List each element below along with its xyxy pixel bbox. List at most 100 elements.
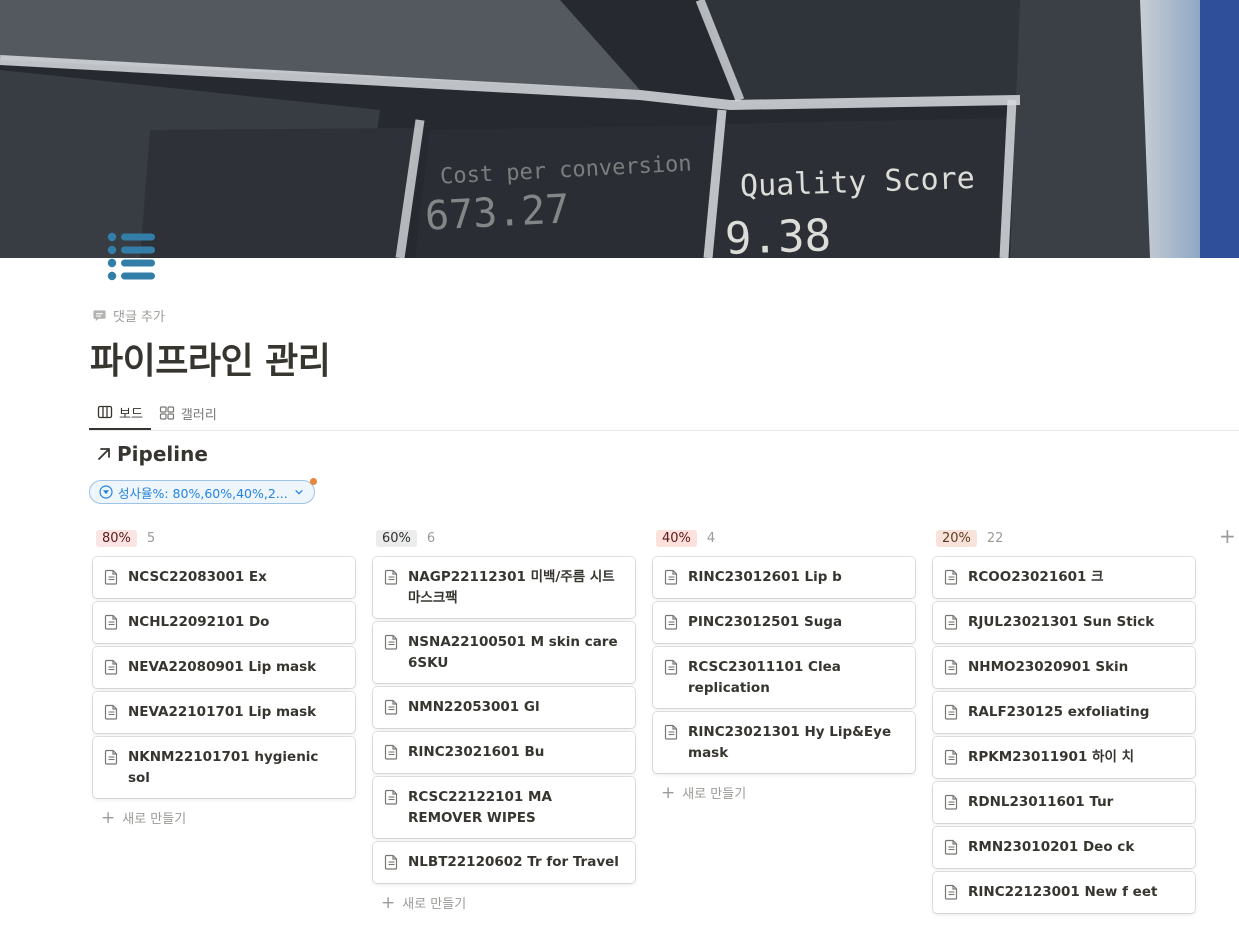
board-card[interactable]: NEVA22080901 Lip mask: [93, 647, 355, 688]
card-title: RINC23021601 Bu: [408, 744, 545, 760]
cover-text-cost-value: 673.27: [423, 186, 571, 240]
card-title: RDNL23011601 Tur: [968, 794, 1114, 810]
board-card[interactable]: PINC23012501 Suga: [653, 602, 915, 643]
page-icon: [104, 704, 118, 720]
new-card-button[interactable]: + 새로 만들기: [653, 777, 915, 808]
list-icon[interactable]: [104, 228, 158, 282]
page-icon: [944, 749, 958, 765]
add-comment-button[interactable]: 댓글 추가: [92, 306, 165, 325]
page-icon: [944, 839, 958, 855]
board-card[interactable]: NLBT22120602 Tr for Travel: [373, 842, 635, 883]
card-title: NSNA22100501 M skin care 6SKU: [408, 634, 618, 671]
card-title: RALF230125 exfoliating: [968, 704, 1150, 720]
database-title[interactable]: Pipeline: [95, 442, 208, 466]
cover-image: [0, 0, 1239, 258]
card-title: RINC23012601 Lip b: [688, 569, 842, 585]
column-header[interactable]: 40% 4: [653, 526, 915, 550]
page-icon: [104, 569, 118, 585]
page-icon: [944, 614, 958, 630]
page-icon: [104, 659, 118, 675]
page-icon: [664, 614, 678, 630]
page-cover[interactable]: Cost per conversion 673.27 Quality Score…: [0, 0, 1239, 258]
column-label: 80%: [96, 529, 137, 547]
view-tabs: 보드 갤러리: [89, 396, 1239, 431]
page-title[interactable]: 파이프라인 관리: [90, 332, 331, 384]
card-title: RMN23010201 Deo ck: [968, 839, 1135, 855]
card-title: NEVA22080901 Lip mask: [128, 659, 317, 675]
filter-chip[interactable]: 성사율%: 80%,60%,40%,2...: [89, 478, 317, 504]
board-card[interactable]: NCHL22092101 Do: [93, 602, 355, 643]
card-title: RCOO23021601 크: [968, 569, 1104, 585]
page-icon: [384, 634, 398, 650]
page-icon: [664, 569, 678, 585]
column-header[interactable]: 20% 22: [933, 526, 1195, 550]
page-icon: [104, 614, 118, 630]
plus-icon: +: [381, 892, 396, 913]
page-icon: [944, 659, 958, 675]
board-card[interactable]: RCSC22122101 MA REMOVER WIPES: [373, 777, 635, 838]
new-card-button[interactable]: + 새로 만들기: [93, 802, 355, 833]
page-icon: [104, 749, 118, 765]
page-icon: [944, 884, 958, 900]
column-label: 20%: [936, 529, 977, 547]
add-comment-label: 댓글 추가: [113, 310, 165, 325]
board-card[interactable]: RALF230125 exfoliating: [933, 692, 1195, 733]
board-card[interactable]: RPKM23011901 하이 치: [933, 737, 1195, 778]
column-label: 40%: [656, 529, 697, 547]
database-title-text: Pipeline: [117, 442, 208, 466]
board-card[interactable]: NSNA22100501 M skin care 6SKU: [373, 622, 635, 683]
card-title: NKNM22101701 hygienic sol: [128, 749, 319, 786]
column-count: 4: [706, 530, 716, 546]
board-card[interactable]: RCSC23011101 Clea replication: [653, 647, 915, 708]
card-title: NMN22053001 Gl: [408, 699, 540, 715]
board-column: 80% 5 NCSC22083001 Ex NCHL22092101 Do NEVA22…: [93, 526, 355, 918]
column-header[interactable]: 60% 6: [373, 526, 635, 550]
page-icon: [384, 569, 398, 585]
board-card[interactable]: RINC23012601 Lip b: [653, 557, 915, 598]
new-card-label: 새로 만들기: [682, 787, 747, 802]
board-card[interactable]: NCSC22083001 Ex: [93, 557, 355, 598]
page-icon: [384, 854, 398, 870]
board-card[interactable]: RINC23021301 Hy Lip&Eye mask: [653, 712, 915, 773]
comment-icon: [93, 310, 106, 322]
card-title: RINC23021301 Hy Lip&Eye mask: [688, 724, 892, 761]
add-group-button[interactable]: +: [1219, 524, 1236, 548]
filter-active-dot: [309, 478, 317, 485]
card-title: NCHL22092101 Do: [128, 614, 270, 630]
cover-text-quality-value: 9.38: [724, 210, 832, 258]
tab-board[interactable]: 보드: [89, 396, 151, 430]
page-icon: [944, 794, 958, 810]
board-card[interactable]: RMN23010201 Deo ck: [933, 827, 1195, 868]
board-column: 20% 22 RCOO23021601 크 RJUL23021301 Sun Stic…: [933, 526, 1195, 918]
board-card[interactable]: NMN22053001 Gl: [373, 687, 635, 728]
page-icon: [664, 659, 678, 675]
board-card[interactable]: NEVA22101701 Lip mask: [93, 692, 355, 733]
filter-label: 성사율%: 80%,60%,40%,2...: [118, 485, 288, 501]
board-card[interactable]: RINC22123001 New f eet: [933, 872, 1195, 913]
board-card[interactable]: RJUL23021301 Sun Stick: [933, 602, 1195, 643]
plus-icon: +: [661, 782, 676, 803]
page-icon: [384, 699, 398, 715]
column-count: 6: [426, 530, 436, 546]
filter-icon: [99, 485, 113, 499]
card-title: RJUL23021301 Sun Stick: [968, 614, 1155, 630]
board-card[interactable]: NAGP22112301 미백/주름 시트마스크팩: [373, 557, 635, 618]
board-card[interactable]: RDNL23011601 Tur: [933, 782, 1195, 823]
board-card[interactable]: RCOO23021601 크: [933, 557, 1195, 598]
new-card-button[interactable]: + 새로 만들기: [373, 887, 635, 918]
board-card[interactable]: RINC23021601 Bu: [373, 732, 635, 773]
board-card[interactable]: NKNM22101701 hygienic sol: [93, 737, 355, 798]
card-title: PINC23012501 Suga: [688, 614, 843, 630]
column-header[interactable]: 80% 5: [93, 526, 355, 550]
column-count: 5: [146, 530, 156, 546]
new-card-label: 새로 만들기: [122, 812, 187, 827]
card-title: RPKM23011901 하이 치: [968, 749, 1134, 765]
arrow-up-right-icon: [98, 448, 110, 460]
tab-gallery[interactable]: 갤러리: [151, 396, 225, 430]
card-title: NCSC22083001 Ex: [128, 569, 267, 585]
board-column: 60% 6 NAGP22112301 미백/주름 시트마스크팩 NSNA2210050…: [373, 526, 635, 918]
gallery-icon: [159, 406, 175, 420]
chevron-down-icon: [295, 490, 303, 495]
board-card[interactable]: NHMO23020901 Skin: [933, 647, 1195, 688]
plus-icon: +: [101, 807, 116, 828]
